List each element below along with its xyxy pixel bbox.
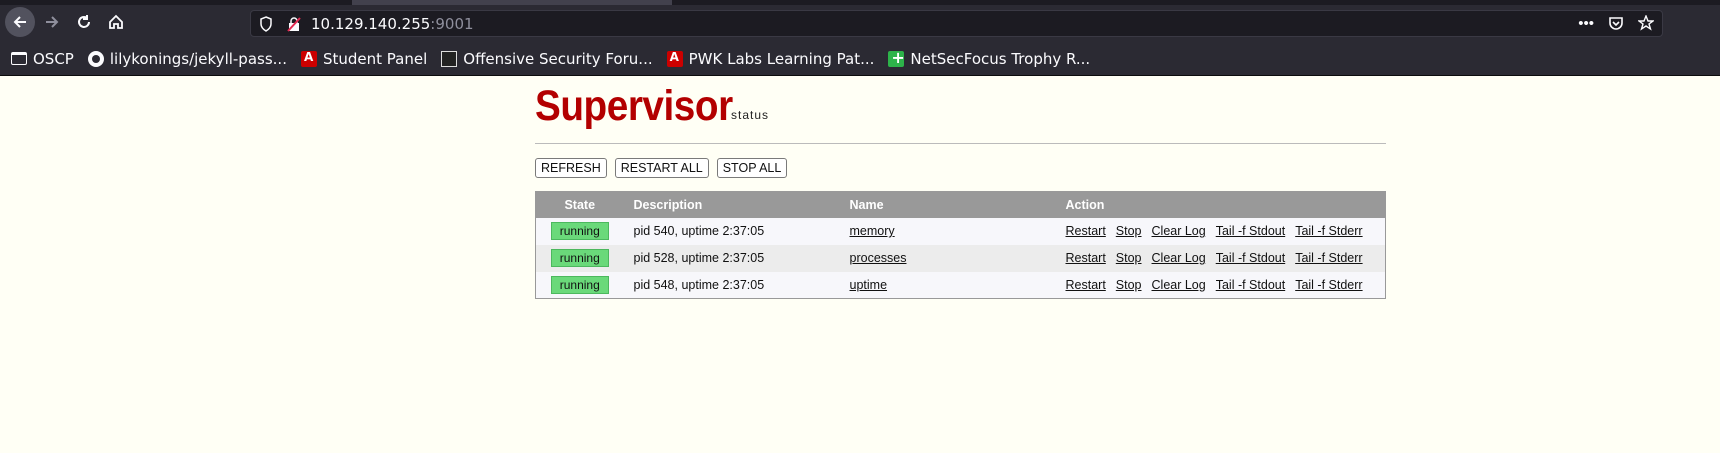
forum-icon	[441, 50, 458, 67]
state-cell: running	[535, 271, 624, 299]
description-cell: pid 540, uptime 2:37:05	[623, 217, 840, 245]
url-host: 10.129.140.255	[311, 15, 431, 33]
table-row: running pid 528, uptime 2:37:05 processe…	[535, 244, 1386, 272]
reload-icon	[78, 15, 90, 28]
logo-subtitle: status	[731, 108, 770, 122]
browser-toolbar: 10.129.140.255:9001 •••	[0, 0, 1720, 42]
bookmarks-bar: OSCP lilykonings/jekyll-pass... Student …	[0, 42, 1720, 76]
clear-log-link[interactable]: Clear Log	[1152, 224, 1206, 238]
bookmark-offsec-forum[interactable]: Offensive Security Foru...	[441, 49, 653, 68]
folder-icon	[11, 52, 27, 65]
home-button[interactable]	[101, 7, 131, 37]
tail-stdout-link[interactable]: Tail -f Stdout	[1216, 224, 1285, 238]
status-badge: running	[550, 249, 609, 267]
bookmark-oscp[interactable]: OSCP	[11, 50, 74, 68]
arrow-right-icon	[46, 16, 59, 28]
offsec-icon	[300, 50, 317, 67]
url-port: :9001	[430, 15, 474, 33]
home-icon	[109, 14, 123, 29]
supervisor-logo: Supervisor	[535, 82, 733, 130]
github-icon	[87, 50, 104, 67]
bookmark-label: OSCP	[33, 49, 74, 68]
stop-all-button[interactable]: STOP ALL	[716, 158, 788, 178]
page-header: Supervisor status	[535, 82, 1386, 144]
column-header-name: Name	[839, 191, 1056, 218]
tab-strip	[0, 0, 1720, 5]
stop-link[interactable]: Stop	[1116, 278, 1142, 292]
table-header-row: State Description Name Action	[535, 191, 1386, 218]
process-name-link[interactable]: memory	[850, 224, 895, 238]
column-header-state: State	[535, 191, 624, 218]
bookmark-label: lilykonings/jekyll-pass...	[109, 49, 287, 68]
restart-all-button[interactable]: RESTART ALL	[614, 158, 709, 178]
url-text[interactable]: 10.129.140.255:9001	[311, 15, 474, 33]
clear-log-link[interactable]: Clear Log	[1152, 278, 1206, 292]
bookmark-jekyll[interactable]: lilykonings/jekyll-pass...	[87, 49, 287, 68]
action-cell: Restart Stop Clear Log Tail -f Stdout Tail -…	[1055, 244, 1386, 272]
stop-link[interactable]: Stop	[1116, 224, 1142, 238]
name-cell: processes	[839, 244, 1056, 272]
bookmark-netsecfocus[interactable]: NetSecFocus Trophy R...	[888, 48, 1091, 68]
global-actions: REFRESH RESTART ALL STOP ALL	[535, 158, 788, 178]
more-actions-icon[interactable]: •••	[1578, 15, 1594, 35]
clear-log-link[interactable]: Clear Log	[1152, 251, 1206, 265]
table-row: running pid 548, uptime 2:37:05 uptime R…	[535, 271, 1386, 299]
arrow-left-icon	[13, 16, 26, 28]
url-bar[interactable]: 10.129.140.255:9001 •••	[250, 10, 1663, 37]
tail-stderr-link[interactable]: Tail -f Stderr	[1295, 251, 1362, 265]
process-table: State Description Name Action running pi…	[535, 191, 1386, 299]
status-badge: running	[550, 222, 609, 240]
column-header-action: Action	[1055, 191, 1386, 218]
table-row: running pid 540, uptime 2:37:05 memory R…	[535, 217, 1386, 245]
tail-stderr-link[interactable]: Tail -f Stderr	[1295, 278, 1362, 292]
state-cell: running	[535, 217, 624, 245]
description-cell: pid 548, uptime 2:37:05	[623, 271, 840, 299]
tail-stderr-link[interactable]: Tail -f Stderr	[1295, 224, 1362, 238]
forward-button[interactable]	[37, 7, 67, 37]
reload-button[interactable]	[69, 7, 99, 37]
name-cell: memory	[839, 217, 1056, 245]
bookmark-student-panel[interactable]: Student Panel	[300, 49, 428, 68]
pocket-icon[interactable]	[1608, 15, 1624, 35]
restart-link[interactable]: Restart	[1066, 224, 1106, 238]
process-name-link[interactable]: processes	[850, 251, 907, 265]
bookmark-label: PWK Labs Learning Pat...	[688, 49, 875, 68]
tail-stdout-link[interactable]: Tail -f Stdout	[1216, 251, 1285, 265]
action-cell: Restart Stop Clear Log Tail -f Stdout Tail -…	[1055, 271, 1386, 299]
action-cell: Restart Stop Clear Log Tail -f Stdout Tail -…	[1055, 217, 1386, 245]
back-button[interactable]	[5, 7, 35, 37]
column-header-description: Description	[623, 191, 840, 218]
active-tab[interactable]	[352, 0, 672, 5]
refresh-button[interactable]: REFRESH	[535, 158, 607, 178]
bookmark-pwk-labs[interactable]: PWK Labs Learning Pat...	[666, 49, 875, 68]
state-cell: running	[535, 244, 624, 272]
bookmark-star-icon[interactable]	[1636, 14, 1656, 35]
name-cell: uptime	[839, 271, 1056, 299]
bookmark-label: Student Panel	[322, 49, 428, 68]
restart-link[interactable]: Restart	[1066, 251, 1106, 265]
shield-icon[interactable]	[259, 16, 273, 32]
sheets-icon	[888, 48, 905, 67]
restart-link[interactable]: Restart	[1066, 278, 1106, 292]
description-cell: pid 528, uptime 2:37:05	[623, 244, 840, 272]
status-badge: running	[550, 275, 609, 294]
supervisor-page: Supervisor status REFRESH RESTART ALL ST…	[535, 82, 1386, 299]
tail-stdout-link[interactable]: Tail -f Stdout	[1216, 278, 1285, 292]
stop-link[interactable]: Stop	[1116, 251, 1142, 265]
insecure-lock-icon[interactable]	[287, 16, 301, 32]
bookmark-label: Offensive Security Foru...	[463, 49, 653, 68]
offsec-icon	[666, 50, 683, 67]
process-name-link[interactable]: uptime	[850, 278, 888, 292]
bookmark-label: NetSecFocus Trophy R...	[910, 49, 1091, 68]
